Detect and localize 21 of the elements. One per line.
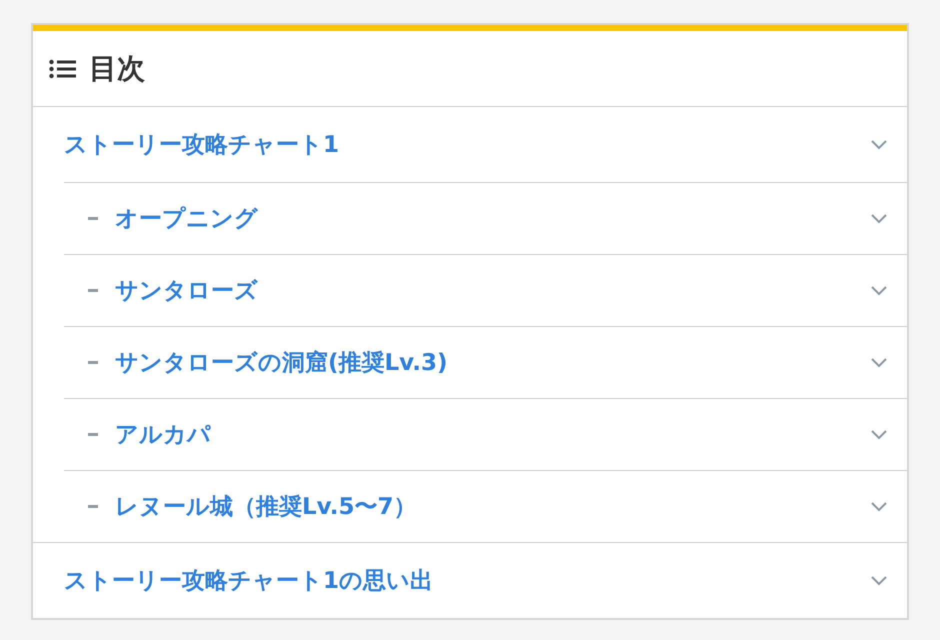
chevron-down-icon xyxy=(871,358,887,368)
chevron-down-icon xyxy=(871,214,887,224)
toc-link[interactable]: ストーリー攻略チャート1の思い出 xyxy=(33,542,907,618)
dash-icon xyxy=(88,217,98,220)
toc-link[interactable]: オープニング xyxy=(64,182,907,254)
chevron-down-icon xyxy=(871,502,887,512)
toc-link[interactable]: サンタローズの洞窟(推奨Lv.3) xyxy=(64,326,907,398)
dash-icon xyxy=(88,289,98,292)
toc-link[interactable]: アルカパ xyxy=(64,398,907,470)
chevron-down-icon xyxy=(871,140,887,150)
toc-link[interactable]: サンタローズ xyxy=(64,254,907,326)
chevron-down-icon xyxy=(871,286,887,296)
chevron-down-icon xyxy=(871,576,887,586)
toc-link[interactable]: レヌール城（推奨Lv.5〜7） xyxy=(64,470,907,542)
dash-icon xyxy=(88,433,98,436)
chevron-down-icon xyxy=(871,430,887,440)
list-icon xyxy=(49,58,77,78)
toc-title: 目次 xyxy=(89,50,145,86)
toc-link[interactable]: ストーリー攻略チャート1 xyxy=(33,106,907,182)
dash-icon xyxy=(88,505,98,508)
dash-icon xyxy=(88,361,98,364)
